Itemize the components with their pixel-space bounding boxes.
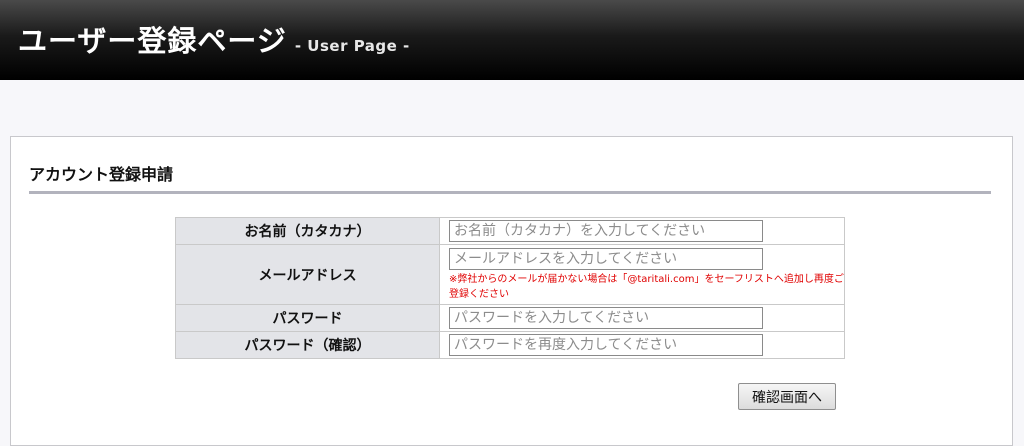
- password-confirm-input[interactable]: [449, 334, 763, 356]
- password-field-cell: [439, 304, 845, 332]
- password-input[interactable]: [449, 307, 763, 329]
- form-row-name: お名前（カタカナ）: [175, 217, 845, 245]
- page-title: ユーザー登録ページ - User Page -: [18, 18, 410, 60]
- name-input[interactable]: [449, 220, 763, 242]
- name-label: お名前（カタカナ）: [175, 217, 440, 245]
- email-field-cell: ※弊社からのメールが届かない場合は「@taritali.com」をセーフリストへ…: [439, 244, 845, 305]
- form-row-password-confirm: パスワード（確認）: [175, 331, 845, 359]
- form-row-email: メールアドレス ※弊社からのメールが届かない場合は「@taritali.com」…: [175, 244, 845, 305]
- form-row-password: パスワード: [175, 304, 845, 332]
- registration-form: お名前（カタカナ） メールアドレス ※弊社からのメールが届かない場合は「@tar…: [175, 217, 845, 359]
- name-field-cell: [439, 217, 845, 245]
- email-note: ※弊社からのメールが届かない場合は「@taritali.com」をセーフリストへ…: [449, 273, 844, 300]
- email-label: メールアドレス: [175, 244, 440, 305]
- password-confirm-label: パスワード（確認）: [175, 331, 440, 359]
- password-label: パスワード: [175, 304, 440, 332]
- page-subtitle: - User Page -: [294, 37, 410, 55]
- confirm-button[interactable]: 確認画面へ: [738, 383, 836, 410]
- registration-card: アカウント登録申請 お名前（カタカナ） メールアドレス ※弊社からのメールが届か…: [10, 136, 1013, 446]
- page-title-text: ユーザー登録ページ: [18, 24, 287, 58]
- password-confirm-field-cell: [439, 331, 845, 359]
- page-header: ユーザー登録ページ - User Page -: [0, 0, 1024, 80]
- section-divider: [29, 191, 991, 194]
- email-input[interactable]: [449, 247, 763, 270]
- section-title: アカウント登録申請: [29, 165, 174, 184]
